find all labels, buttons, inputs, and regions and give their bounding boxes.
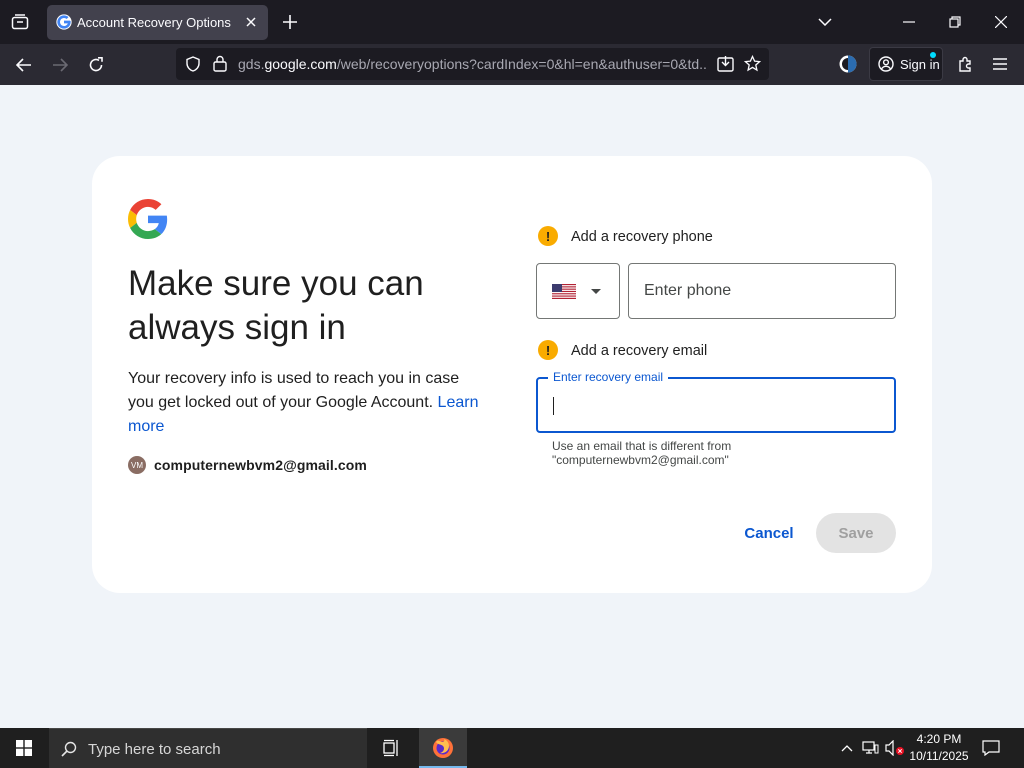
- notification-dot: [930, 52, 936, 58]
- chevron-down-icon[interactable]: [814, 11, 836, 33]
- minimize-window-icon[interactable]: [898, 11, 920, 33]
- menu-hamburger-icon[interactable]: [989, 53, 1011, 75]
- url-bar[interactable]: gds.google.com/web/recoveryoptions?cardI…: [176, 48, 769, 80]
- account-email: computernewbvm2@gmail.com: [154, 457, 367, 473]
- close-tab-icon[interactable]: [242, 13, 260, 31]
- task-view-icon: [383, 739, 398, 757]
- account-icon: [878, 56, 894, 72]
- url-host: google.com: [264, 56, 337, 72]
- windows-logo-icon: [16, 740, 32, 756]
- clock-time: 4:20 PM: [916, 732, 962, 746]
- avatar: VM: [128, 456, 146, 474]
- task-view-button[interactable]: [368, 728, 416, 768]
- recovery-email-field[interactable]: Enter recovery email: [536, 370, 896, 433]
- page-description: Your recovery info is used to reach you …: [128, 367, 488, 439]
- recovery-email-floating-label: Enter recovery email: [548, 370, 669, 384]
- save-button[interactable]: Save: [816, 513, 896, 553]
- page-content: Make sure you can always sign in Your re…: [0, 85, 1024, 728]
- us-flag-icon: [552, 284, 576, 299]
- bookmark-star-icon[interactable]: [744, 55, 761, 72]
- google-logo-icon: [128, 199, 168, 239]
- text-cursor: [553, 397, 554, 415]
- tab-title: Account Recovery Options: [77, 15, 231, 30]
- back-arrow-icon[interactable]: [12, 53, 36, 77]
- sign-in-button[interactable]: Sign in: [869, 47, 943, 81]
- browser-toolbar: gds.google.com/web/recoveryoptions?cardI…: [0, 44, 1024, 85]
- recovery-phone-label: Add a recovery phone: [571, 229, 713, 245]
- cancel-button[interactable]: Cancel: [732, 513, 806, 553]
- windows-start-button[interactable]: [0, 728, 48, 768]
- phone-input[interactable]: [628, 263, 896, 319]
- recovery-email-helper: Use an email that is different from "com…: [552, 439, 812, 467]
- helper-line-1: Use an email that is different from: [552, 439, 732, 453]
- restore-window-icon[interactable]: [944, 11, 966, 33]
- network-icon[interactable]: [860, 738, 880, 758]
- recovery-email-label: Add a recovery email: [571, 343, 708, 359]
- reload-icon[interactable]: [84, 53, 108, 77]
- browser-tab-bar: Account Recovery Options: [0, 0, 1024, 44]
- taskbar-firefox[interactable]: [419, 728, 467, 768]
- taskbar-search-placeholder: Type here to search: [88, 741, 221, 758]
- google-favicon-icon: [56, 14, 72, 30]
- recovery-email-input[interactable]: [538, 379, 894, 431]
- warning-icon: !: [538, 226, 558, 246]
- dropdown-caret-icon: [591, 289, 601, 294]
- shield-icon[interactable]: [185, 56, 201, 72]
- taskbar-clock[interactable]: 4:20 PM 10/11/2025: [903, 731, 975, 765]
- page-title: Make sure you can always sign in: [128, 264, 424, 347]
- tab-list-icon[interactable]: [8, 11, 32, 33]
- sign-in-label: Sign in: [900, 57, 940, 72]
- account-row: VM computernewbvm2@gmail.com: [128, 455, 367, 475]
- save-to-pocket-icon[interactable]: [717, 55, 734, 72]
- helper-line-2: "computernewbvm2@gmail.com": [552, 453, 729, 467]
- url-path: /web/recoveryoptions?cardIndex=0&hl=en&a…: [336, 56, 708, 72]
- notifications-icon[interactable]: [980, 737, 1002, 759]
- forward-arrow-icon: [48, 53, 72, 77]
- extensions-icon[interactable]: [954, 53, 976, 75]
- tab-account-recovery[interactable]: Account Recovery Options: [47, 5, 268, 40]
- warning-icon: !: [538, 340, 558, 360]
- taskbar-search-box[interactable]: Type here to search: [49, 728, 367, 768]
- description-text: Your recovery info is used to reach you …: [128, 370, 460, 411]
- url-text[interactable]: gds.google.com/web/recoveryoptions?cardI…: [238, 56, 708, 72]
- search-icon: [61, 741, 77, 757]
- clock-date: 10/11/2025: [909, 749, 969, 763]
- firefox-icon: [433, 738, 453, 758]
- country-code-select[interactable]: [536, 263, 620, 319]
- new-tab-icon[interactable]: [279, 11, 301, 33]
- recovery-card: Make sure you can always sign in Your re…: [92, 156, 932, 593]
- chevron-up-icon[interactable]: [838, 738, 856, 758]
- windows-taskbar: Type here to search 4:20 PM 10/11/2025: [0, 728, 1024, 768]
- url-subdomain: gds.: [238, 56, 265, 72]
- lock-icon[interactable]: [213, 55, 227, 72]
- dark-reader-icon[interactable]: [837, 53, 859, 75]
- close-window-icon[interactable]: [990, 11, 1012, 33]
